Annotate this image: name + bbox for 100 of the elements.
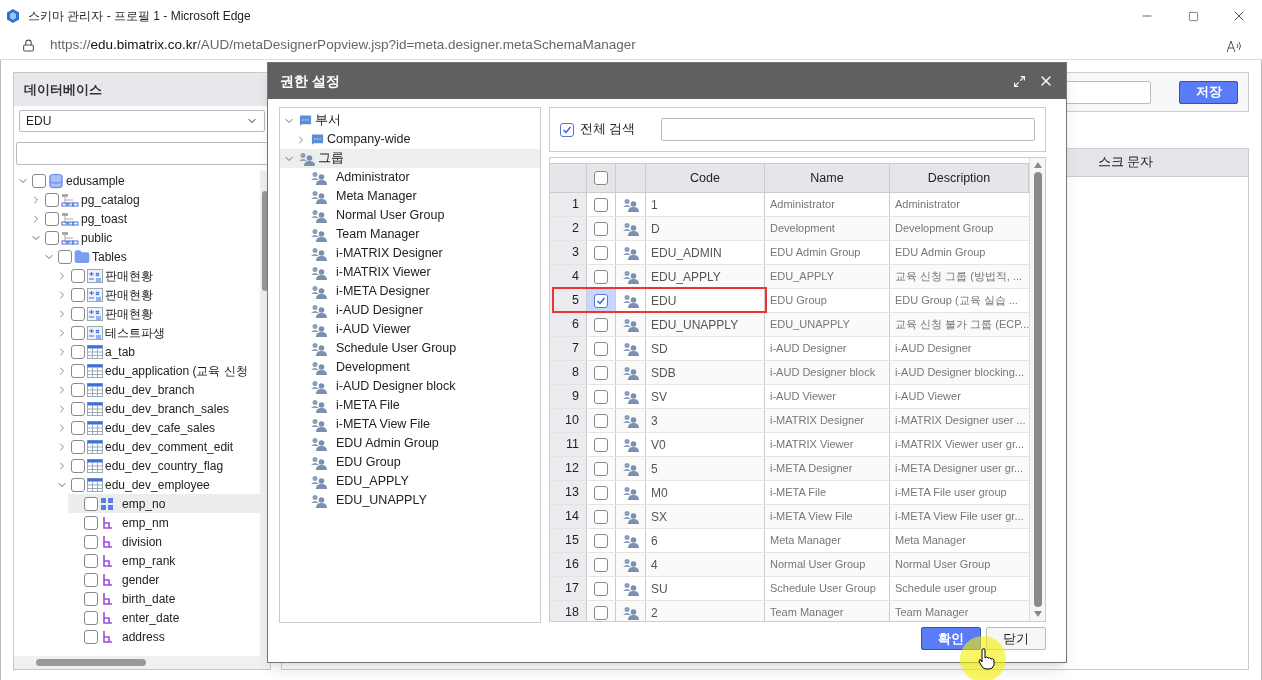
tree-item[interactable]: a_tab [55,342,260,361]
tree-item[interactable]: enter_date [68,608,260,627]
tree-item[interactable]: edu_application (교육 신청 [55,361,260,380]
checkbox[interactable] [594,317,608,332]
checkbox[interactable] [84,629,98,644]
column-header[interactable]: Name [765,164,890,192]
tree-item[interactable]: i-META Designer [280,282,540,301]
tree-item[interactable]: edu_dev_cafe_sales [55,418,260,437]
checkbox[interactable] [84,496,98,511]
tree-item[interactable]: EDU_APPLY [280,472,540,491]
checkbox[interactable] [71,382,85,397]
checkbox[interactable] [71,268,85,283]
tree-item[interactable]: i-AUD Designer [280,301,540,320]
tree-item[interactable]: edu_dev_comment_edit [55,437,260,456]
tree-item[interactable]: 테스트파생 [55,323,260,342]
checkbox[interactable] [594,245,608,260]
checkbox[interactable] [560,122,574,137]
tree-item[interactable]: i-META View File [280,415,540,434]
tree-item[interactable]: Schedule User Group [280,339,540,358]
checkbox[interactable] [84,553,98,568]
tree-item[interactable]: EDU Group [280,453,540,472]
read-aloud-icon[interactable] [1226,38,1244,53]
checkbox[interactable] [71,287,85,302]
checkbox[interactable] [594,461,608,476]
tree-item[interactable]: i-META File [280,396,540,415]
checkbox[interactable] [594,413,608,428]
close-button[interactable]: 닫기 [986,627,1046,650]
database-select[interactable]: EDU [19,110,265,132]
checkbox[interactable] [71,420,85,435]
tree-item[interactable]: address [68,627,260,646]
scroll-down-icon[interactable] [1033,611,1042,617]
tree-item[interactable]: 그룹 [280,149,540,168]
checkbox[interactable] [594,269,608,284]
checkbox[interactable] [594,509,608,524]
checkbox[interactable] [594,533,608,548]
checkbox[interactable] [58,249,72,264]
maximize-icon[interactable] [1013,74,1026,88]
tree-item[interactable]: Company-wide [280,130,540,149]
checkbox[interactable] [84,515,98,530]
tree-item[interactable]: Normal User Group [280,206,540,225]
save-button[interactable]: 저장 [1179,80,1238,104]
tree-item[interactable]: EDU_UNAPPLY [280,491,540,510]
checkbox[interactable] [594,557,608,572]
tree-item[interactable]: gender [68,570,260,589]
checkbox[interactable] [71,458,85,473]
checkbox[interactable] [594,341,608,356]
tree-item[interactable]: edusample [16,171,260,190]
checkbox[interactable] [71,439,85,454]
tree-item[interactable]: emp_no [68,494,260,513]
checkbox[interactable] [594,389,608,404]
checkbox[interactable] [594,605,608,620]
checkbox[interactable] [32,173,46,188]
checkbox[interactable] [594,437,608,452]
tree-item[interactable]: 판매현황 [55,266,260,285]
tree-item[interactable]: Development [280,358,540,377]
tree-item[interactable]: i-AUD Viewer [280,320,540,339]
checkbox[interactable] [84,572,98,587]
tree-item[interactable]: i-MATRIX Viewer [280,263,540,282]
checkbox[interactable] [71,344,85,359]
tree-item[interactable]: 부서 [280,111,540,130]
tree-item[interactable]: Team Manager [280,225,540,244]
checkbox[interactable] [594,293,608,308]
tree-item[interactable]: birth_date [68,589,260,608]
tree-item[interactable]: edu_dev_country_flag [55,456,260,475]
confirm-button[interactable]: 확인 [921,627,981,650]
tree-item[interactable]: Tables [42,247,260,266]
tree-item[interactable]: public [29,228,260,247]
checkbox[interactable] [71,401,85,416]
tree-item[interactable]: i-AUD Designer block [280,377,540,396]
tree-item[interactable]: edu_dev_branch [55,380,260,399]
checkbox[interactable] [84,534,98,549]
tree-item[interactable]: pg_toast [29,209,260,228]
search-field[interactable] [16,142,270,165]
tree-item[interactable]: Administrator [280,168,540,187]
tree-item[interactable]: pg_catalog [29,190,260,209]
checkbox[interactable] [71,306,85,321]
column-header[interactable]: Code [646,164,765,192]
checkbox[interactable] [71,363,85,378]
horizontal-scrollbar[interactable] [14,656,270,669]
checkbox[interactable] [594,197,608,212]
tree-item[interactable]: edu_dev_branch_sales [55,399,260,418]
checkbox[interactable] [594,365,608,380]
checkbox[interactable] [84,591,98,606]
tree-item[interactable]: 판매현황 [55,304,260,323]
checkbox[interactable] [71,477,85,492]
tree-item[interactable]: EDU Admin Group [280,434,540,453]
checkbox[interactable] [45,192,59,207]
checkbox[interactable] [594,581,608,596]
checkbox[interactable] [71,325,85,340]
tree-item[interactable]: emp_nm [68,513,260,532]
checkbox[interactable] [594,221,608,236]
checkbox[interactable] [45,211,59,226]
tree-item[interactable]: 판매현황 [55,285,260,304]
tree-item[interactable]: edu_dev_employee [55,475,260,494]
checkbox[interactable] [594,171,608,185]
url-text[interactable]: https://edu.bimatrix.co.kr/AUD/metaDesignerPopview.jsp?id=meta.designer.metaSchemaManager [50,35,636,56]
search-field[interactable] [661,118,1035,141]
tree-item[interactable]: division [68,532,260,551]
tree-item[interactable]: emp_rank [68,551,260,570]
checkbox[interactable] [594,485,608,500]
